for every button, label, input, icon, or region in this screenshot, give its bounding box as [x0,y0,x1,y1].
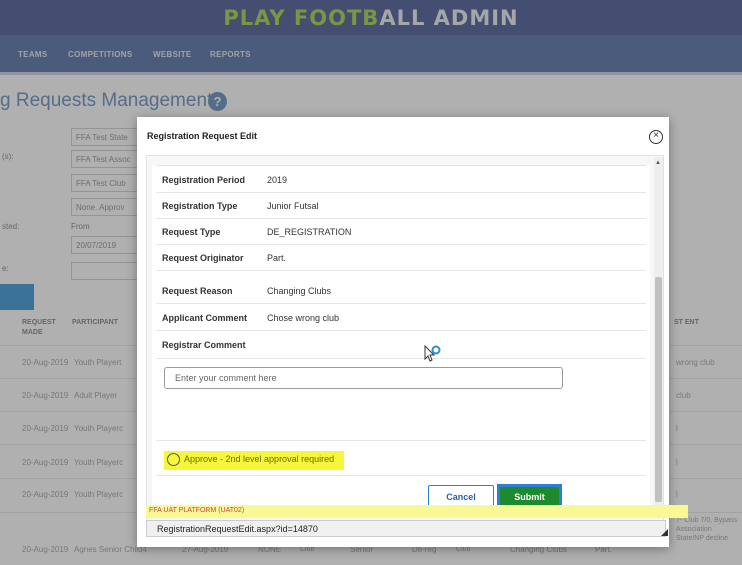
value-request-originator: Part. [267,253,287,263]
label-registration-period: Registration Period [162,175,246,185]
detail-divider [156,330,646,331]
value-applicant-comment: Chose wrong club [267,313,340,323]
detail-divider [156,303,646,304]
close-icon[interactable]: × [649,130,663,144]
label-registration-type: Registration Type [162,201,238,211]
detail-divider [156,165,646,166]
detail-divider [156,192,646,193]
modal-title: Registration Request Edit [147,131,258,141]
scroll-up-icon[interactable]: ▲ [655,160,661,166]
detail-divider [156,270,646,271]
scrollbar-thumb[interactable] [655,277,662,502]
detail-divider [156,358,646,359]
registrar-comment-input[interactable] [164,367,563,389]
label-registrar-comment: Registrar Comment [162,340,246,350]
value-registration-type: Junior Futsal [267,201,319,211]
resize-grip-icon[interactable] [661,529,668,536]
label-request-type: Request Type [162,227,221,237]
approve-radio[interactable] [167,453,180,466]
detail-divider [156,440,646,441]
detail-divider [156,218,646,219]
value-request-reason: Changing Clubs [267,286,332,296]
detail-divider [156,244,646,245]
approve-option[interactable]: Approve - 2nd level approval required [164,451,344,470]
platform-label: FFA UAT PLATFORM (UAT02) [146,505,688,518]
busy-cursor-icon [424,345,441,362]
detail-divider [156,475,646,476]
label-request-reason: Request Reason [162,286,233,296]
value-request-type: DE_REGISTRATION [267,227,352,237]
status-url-bar: RegistrationRequestEdit.aspx?id=14870 [146,520,666,537]
value-registration-period: 2019 [267,175,288,185]
label-applicant-comment: Applicant Comment [162,313,248,323]
label-request-originator: Request Originator [162,253,244,263]
